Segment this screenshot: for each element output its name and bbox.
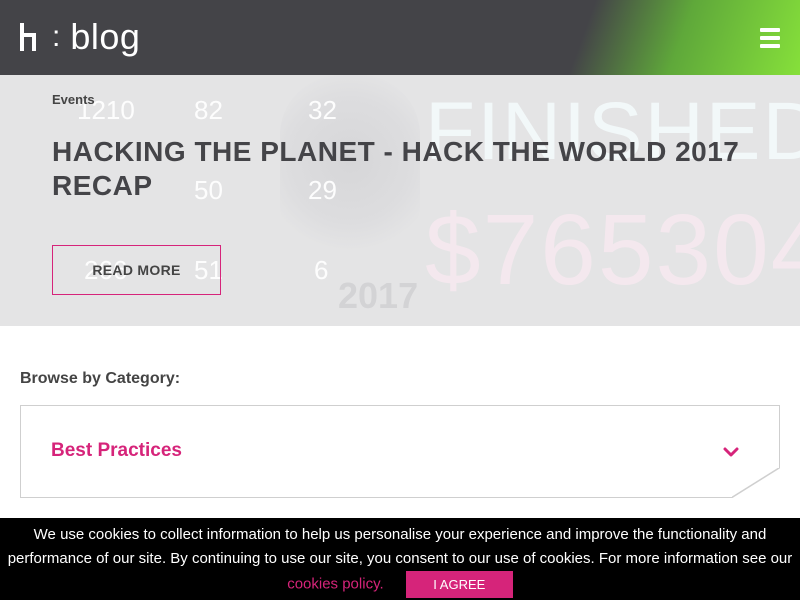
post-title[interactable]: HACKING THE PLANET - HACK THE WORLD 2017… (52, 135, 752, 203)
post-category[interactable]: Events (52, 92, 95, 107)
background-number: 82 (194, 95, 223, 125)
site-header: : blog (0, 0, 800, 75)
h1-logo-icon (20, 18, 40, 56)
cookie-message: We use cookies to collect information to… (7, 526, 793, 567)
browse-by-category-label: Browse by Category: (20, 370, 181, 387)
logo-colon: : (52, 20, 61, 53)
featured-post-hero[interactable]: 1210 82 32 50 29 266 51 6 2017 FINISHED … (0, 75, 800, 326)
hamburger-icon[interactable] (760, 28, 780, 48)
read-more-button[interactable]: READ MORE (52, 245, 221, 295)
corner-notch (732, 468, 780, 498)
background-year: 2017 (338, 275, 419, 316)
category-dropdown[interactable]: Best Practices (20, 405, 780, 498)
cookie-banner: We use cookies to collect information to… (0, 518, 800, 600)
selected-category: Best Practices (51, 440, 182, 461)
chevron-down-icon (723, 447, 739, 457)
site-logo[interactable]: : blog (20, 18, 140, 56)
cookies-policy-link[interactable]: cookies policy. (287, 575, 383, 592)
agree-button[interactable]: I AGREE (405, 571, 513, 598)
logo-text: blog (70, 16, 141, 57)
background-amount-text: $765304 (425, 194, 800, 306)
background-number: 32 (308, 95, 337, 125)
background-number: 6 (314, 255, 329, 285)
